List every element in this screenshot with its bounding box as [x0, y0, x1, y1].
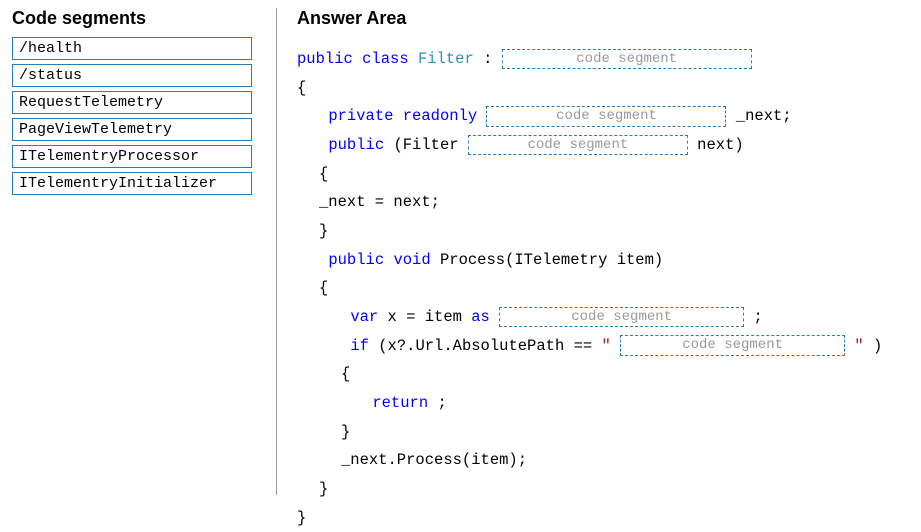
segment-item[interactable]: ITelementryProcessor [12, 145, 252, 168]
code-line: } [297, 418, 909, 447]
segment-item[interactable]: ITelementryInitializer [12, 172, 252, 195]
code-text: ; [753, 308, 762, 326]
code-text: Process(ITelemetry item) [440, 251, 663, 269]
answer-area-panel: Answer Area public class Filter : code s… [281, 8, 909, 495]
drop-zone[interactable]: code segment [468, 135, 688, 156]
code-line: private readonly code segment _next; [297, 102, 909, 131]
code-line: public class Filter : code segment [297, 45, 909, 74]
code-line: _next = next; [297, 188, 909, 217]
code-line: } [297, 504, 909, 532]
code-segments-heading: Code segments [12, 8, 260, 29]
code-text: (x?.Url.AbsolutePath == [378, 337, 601, 355]
string-quote: " [601, 337, 610, 355]
code-text: _next; [736, 107, 792, 125]
keyword-readonly: readonly [403, 107, 477, 125]
code-line: { [297, 74, 909, 103]
class-name: Filter [418, 50, 474, 68]
code-line: var x = item as code segment ; [297, 303, 909, 332]
string-quote: " [854, 337, 863, 355]
drop-zone[interactable]: code segment [499, 307, 744, 328]
keyword-public: public [328, 251, 384, 269]
drop-zone[interactable]: code segment [620, 335, 845, 356]
code-text: ) [873, 337, 882, 355]
keyword-if: if [350, 337, 369, 355]
segment-item[interactable]: PageViewTelemetry [12, 118, 252, 141]
code-line: _next.Process(item); [297, 446, 909, 475]
keyword-return: return [372, 394, 428, 412]
code-line: { [297, 274, 909, 303]
segment-item[interactable]: RequestTelemetry [12, 91, 252, 114]
segment-item[interactable]: /status [12, 64, 252, 87]
keyword-public: public [297, 50, 353, 68]
keyword-as: as [471, 308, 490, 326]
code-text: (Filter [393, 136, 467, 154]
code-line: public (Filter code segment next) [297, 131, 909, 160]
code-line: } [297, 217, 909, 246]
keyword-class: class [362, 50, 409, 68]
code-line: public void Process(ITelemetry item) [297, 246, 909, 275]
code-line: { [297, 160, 909, 189]
keyword-void: void [393, 251, 430, 269]
code-line: return ; [297, 389, 909, 418]
code-text: ; [437, 394, 446, 412]
keyword-var: var [350, 308, 378, 326]
code-line: if (x?.Url.AbsolutePath == " code segmen… [297, 332, 909, 361]
answer-area-heading: Answer Area [297, 8, 909, 29]
code-line: { [297, 360, 909, 389]
vertical-divider [276, 8, 277, 495]
segment-item[interactable]: /health [12, 37, 252, 60]
code-text: : [483, 50, 502, 68]
code-text: next) [697, 136, 744, 154]
code-line: } [297, 475, 909, 504]
drop-zone[interactable]: code segment [502, 49, 752, 70]
code-text: x = item [388, 308, 472, 326]
keyword-private: private [328, 107, 393, 125]
code-segments-panel: Code segments /health /status RequestTel… [12, 8, 272, 495]
keyword-public: public [328, 136, 384, 154]
drop-zone[interactable]: code segment [486, 106, 726, 127]
code-block: public class Filter : code segment { pri… [297, 37, 909, 532]
